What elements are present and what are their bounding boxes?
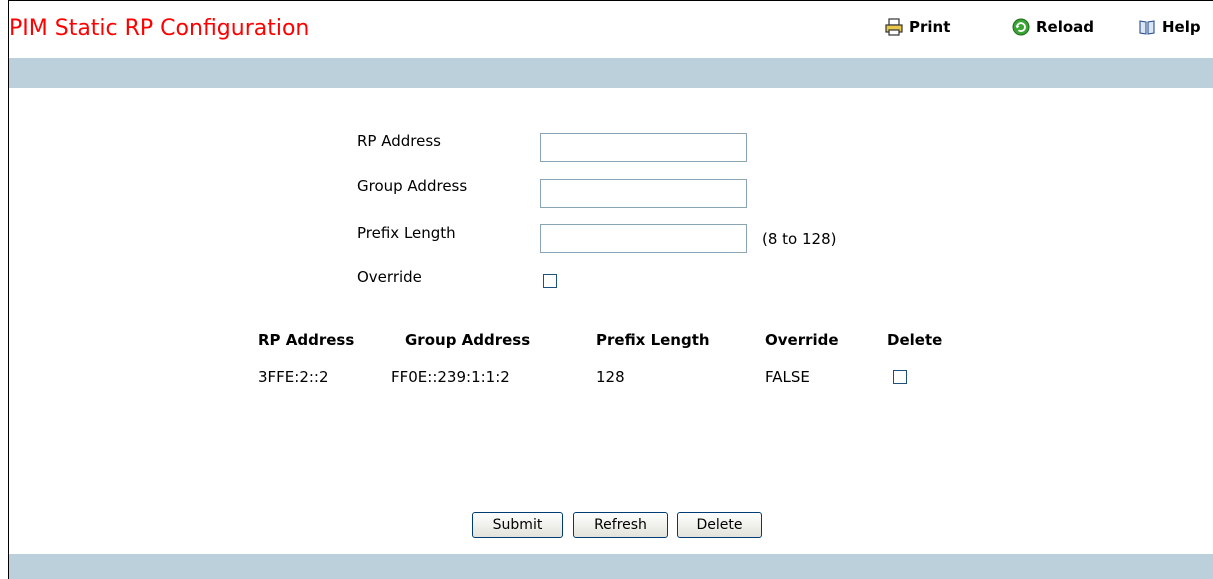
help-book-icon — [1139, 20, 1155, 35]
page-title: PIM Static RP Configuration — [9, 16, 310, 41]
cell-rp-address: 3FFE:2::2 — [258, 368, 329, 386]
help-button[interactable]: Help — [1138, 18, 1201, 36]
submit-button[interactable]: Submit — [472, 512, 563, 538]
prefix-length-range-hint: (8 to 128) — [762, 230, 837, 248]
print-button[interactable]: Print — [885, 18, 950, 36]
group-address-input[interactable] — [540, 179, 747, 208]
rp-address-label: RP Address — [357, 132, 441, 150]
override-checkbox[interactable] — [543, 274, 557, 288]
prefix-length-label: Prefix Length — [357, 224, 456, 242]
printer-icon — [885, 18, 903, 36]
cell-prefix-length: 128 — [596, 368, 625, 386]
row-delete-checkbox[interactable] — [893, 370, 907, 384]
help-label: Help — [1162, 18, 1201, 36]
refresh-button[interactable]: Refresh — [573, 512, 668, 538]
reload-button[interactable]: Reload — [1012, 18, 1094, 36]
print-label: Print — [909, 18, 951, 36]
col-header-rp-address: RP Address — [258, 331, 355, 349]
cell-override: FALSE — [765, 368, 810, 386]
col-header-prefix-length: Prefix Length — [596, 331, 710, 349]
col-header-override: Override — [765, 331, 839, 349]
cell-group-address: FF0E::239:1:1:2 — [391, 368, 510, 386]
reload-icon — [1012, 18, 1030, 36]
header-band — [9, 58, 1213, 88]
group-address-label: Group Address — [357, 177, 468, 195]
override-label: Override — [357, 268, 422, 286]
reload-label: Reload — [1036, 18, 1095, 36]
col-header-group-address: Group Address — [405, 331, 531, 349]
col-header-delete: Delete — [887, 331, 943, 349]
prefix-length-input[interactable] — [540, 224, 747, 253]
rp-address-input[interactable] — [540, 133, 747, 162]
footer-band — [9, 554, 1213, 579]
delete-button[interactable]: Delete — [677, 512, 762, 538]
